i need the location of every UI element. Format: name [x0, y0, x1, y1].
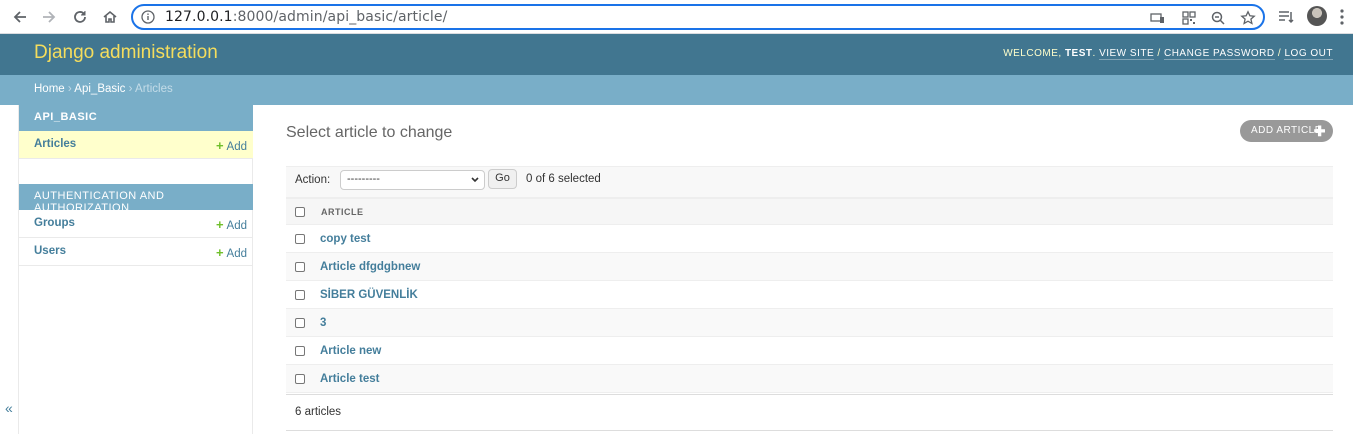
forward-button[interactable]: [37, 5, 61, 29]
paginator: 6 articles: [286, 394, 1333, 431]
breadcrumb-separator: ›: [67, 83, 72, 95]
app-caption-auth[interactable]: AUTHENTICATION AND AUTHORIZATION: [19, 184, 253, 214]
column-header-article[interactable]: ARTICLE: [321, 207, 364, 217]
add-label: Add: [226, 248, 247, 260]
row-checkbox[interactable]: [295, 262, 305, 272]
username: TEST: [1064, 48, 1093, 59]
cast-icon[interactable]: [1149, 10, 1165, 26]
arrow-left-icon: [13, 11, 26, 23]
table-row: Article dfgdgbnew: [286, 253, 1333, 281]
add-users-link[interactable]: + Add: [216, 245, 247, 260]
site-header: Django administration WELCOME, TEST. VIE…: [0, 34, 1353, 75]
plus-icon: +: [215, 217, 224, 232]
url-path: :8000/admin/api_basic/article/: [232, 9, 448, 25]
plus-icon: +: [215, 245, 224, 260]
change-password-link[interactable]: CHANGE PASSWORD: [1163, 48, 1275, 60]
log-out-link[interactable]: LOG OUT: [1284, 48, 1333, 60]
row-checkbox[interactable]: [295, 318, 305, 328]
kebab-menu-icon[interactable]: [1340, 9, 1344, 25]
user-tools: WELCOME, TEST. VIEW SITE / CHANGE PASSWO…: [1003, 48, 1333, 60]
qr-code-icon[interactable]: [1181, 10, 1197, 26]
table-row: Article test: [286, 365, 1333, 393]
arrow-right-icon: [43, 11, 56, 23]
article-link[interactable]: copy test: [320, 233, 371, 245]
row-checkbox[interactable]: [295, 234, 305, 244]
breadcrumb-app[interactable]: Api_Basic: [74, 83, 125, 95]
breadcrumb-separator: ›: [128, 83, 133, 95]
add-article-button[interactable]: ADD ARTICLE ✚: [1240, 120, 1333, 142]
breadcrumb: Home › Api_Basic › Articles: [0, 75, 1353, 105]
table-row: 3: [286, 309, 1333, 337]
action-label: Action:: [295, 174, 331, 186]
add-articles-link[interactable]: + Add: [216, 138, 247, 153]
reading-list-icon[interactable]: [1277, 8, 1295, 26]
url-host: 127.0.0.1: [165, 9, 233, 25]
sidebar-item-label[interactable]: Groups: [34, 217, 75, 229]
breadcrumb-home[interactable]: Home: [34, 83, 65, 95]
sidebar-item-label[interactable]: Users: [34, 245, 66, 257]
reload-button[interactable]: [68, 5, 92, 29]
sidebar-item-articles[interactable]: Articles + Add: [19, 131, 253, 159]
url-text: 127.0.0.1:8000/admin/api_basic/article/: [165, 9, 447, 25]
nav-sidebar: API_BASIC Articles + Add AUTHENTICATION A…: [18, 105, 253, 434]
article-link[interactable]: Article test: [320, 373, 379, 385]
add-groups-link[interactable]: + Add: [216, 217, 247, 232]
site-brand[interactable]: Django administration: [34, 42, 218, 64]
sidebar-item-label[interactable]: Articles: [34, 138, 76, 150]
selection-counter: 0 of 6 selected: [526, 173, 601, 185]
welcome-text: WELCOME,: [1003, 48, 1062, 59]
add-label: Add: [226, 220, 247, 232]
table-row: Article new: [286, 337, 1333, 365]
table-header: ARTICLE: [286, 198, 1333, 225]
home-icon: [103, 10, 117, 23]
app-module-api-basic: API_BASIC Articles + Add: [19, 105, 253, 159]
view-site-link[interactable]: VIEW SITE: [1099, 48, 1155, 60]
result-list-table: ARTICLE copy test Article dfgdgbnew SİBE…: [286, 198, 1333, 393]
add-label: Add: [226, 141, 247, 153]
row-checkbox[interactable]: [295, 346, 305, 356]
select-all-checkbox[interactable]: [295, 207, 305, 217]
sidebar-collapse-toggle[interactable]: «: [5, 400, 13, 416]
add-article-label: ADD ARTICLE: [1251, 125, 1322, 136]
address-bar[interactable]: 127.0.0.1:8000/admin/api_basic/article/: [131, 4, 1265, 30]
home-button[interactable]: [98, 5, 122, 29]
page-title: Select article to change: [286, 124, 453, 141]
actions-bar: Action: --------- Go 0 of 6 selected: [286, 166, 1333, 198]
sidebar-item-groups[interactable]: Groups + Add: [19, 210, 253, 238]
browser-toolbar: 127.0.0.1:8000/admin/api_basic/article/: [0, 0, 1353, 34]
article-link[interactable]: 3: [320, 317, 326, 329]
info-icon: [141, 10, 155, 24]
separator: /: [1277, 48, 1282, 59]
table-row: copy test: [286, 225, 1333, 253]
row-checkbox[interactable]: [295, 290, 305, 300]
sidebar-item-users[interactable]: Users + Add: [19, 238, 253, 266]
article-link[interactable]: SİBER GÜVENLİK: [320, 289, 418, 301]
row-checkbox[interactable]: [295, 374, 305, 384]
chevron-down-icon: [471, 177, 479, 183]
profile-avatar[interactable]: [1307, 6, 1327, 26]
username-period: .: [1092, 48, 1096, 59]
app-module-auth: AUTHENTICATION AND AUTHORIZATION Groups …: [19, 184, 253, 266]
go-button[interactable]: Go: [488, 169, 517, 189]
bookmark-star-icon[interactable]: [1240, 10, 1256, 26]
separator: /: [1157, 48, 1161, 59]
article-link[interactable]: Article dfgdgbnew: [320, 261, 420, 273]
article-link[interactable]: Article new: [320, 345, 381, 357]
table-row: SİBER GÜVENLİK: [286, 281, 1333, 309]
plus-icon: +: [215, 138, 224, 153]
back-button[interactable]: [8, 5, 32, 29]
breadcrumb-current: Articles: [135, 83, 173, 95]
app-caption-api-basic[interactable]: API_BASIC: [19, 105, 253, 131]
action-selected-value: ---------: [347, 173, 380, 185]
reload-icon: [74, 11, 86, 23]
plus-icon: ✚: [1313, 123, 1326, 139]
action-select[interactable]: ---------: [340, 170, 485, 190]
module-spacer: [19, 159, 252, 184]
zoom-icon[interactable]: [1210, 10, 1226, 26]
